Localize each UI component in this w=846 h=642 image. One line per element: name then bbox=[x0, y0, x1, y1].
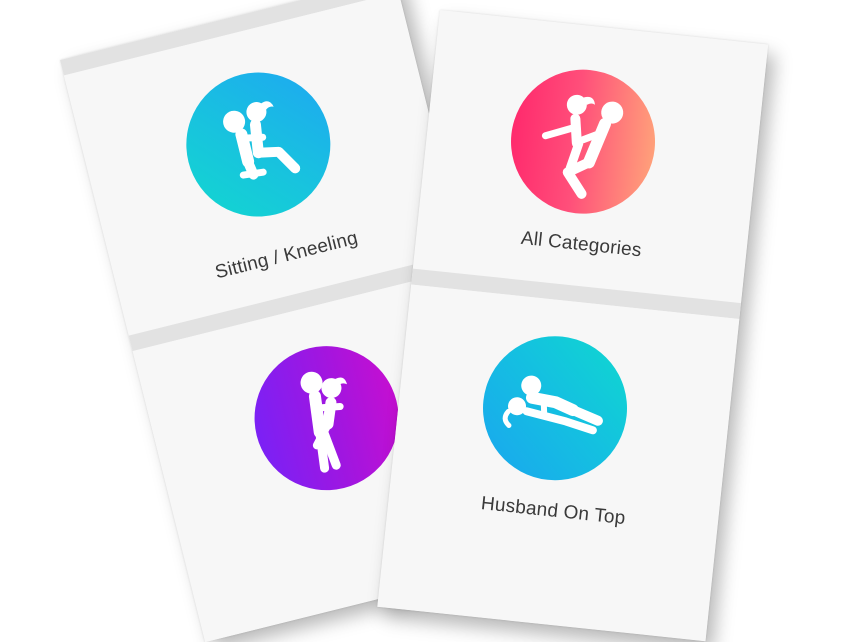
category-card-all-categories[interactable]: All Categories bbox=[412, 10, 769, 304]
category-label: Husband On Top bbox=[480, 493, 627, 530]
all-categories-icon bbox=[503, 62, 663, 221]
standing-icon bbox=[239, 330, 414, 506]
category-card-husband-on-top[interactable]: Husband On Top bbox=[377, 284, 740, 642]
sitting-kneeling-icon bbox=[171, 57, 346, 232]
category-label: All Categories bbox=[519, 227, 643, 262]
husband-on-top-icon bbox=[475, 329, 635, 488]
phone-screen-right: All Categories Husband On Top bbox=[377, 10, 769, 642]
